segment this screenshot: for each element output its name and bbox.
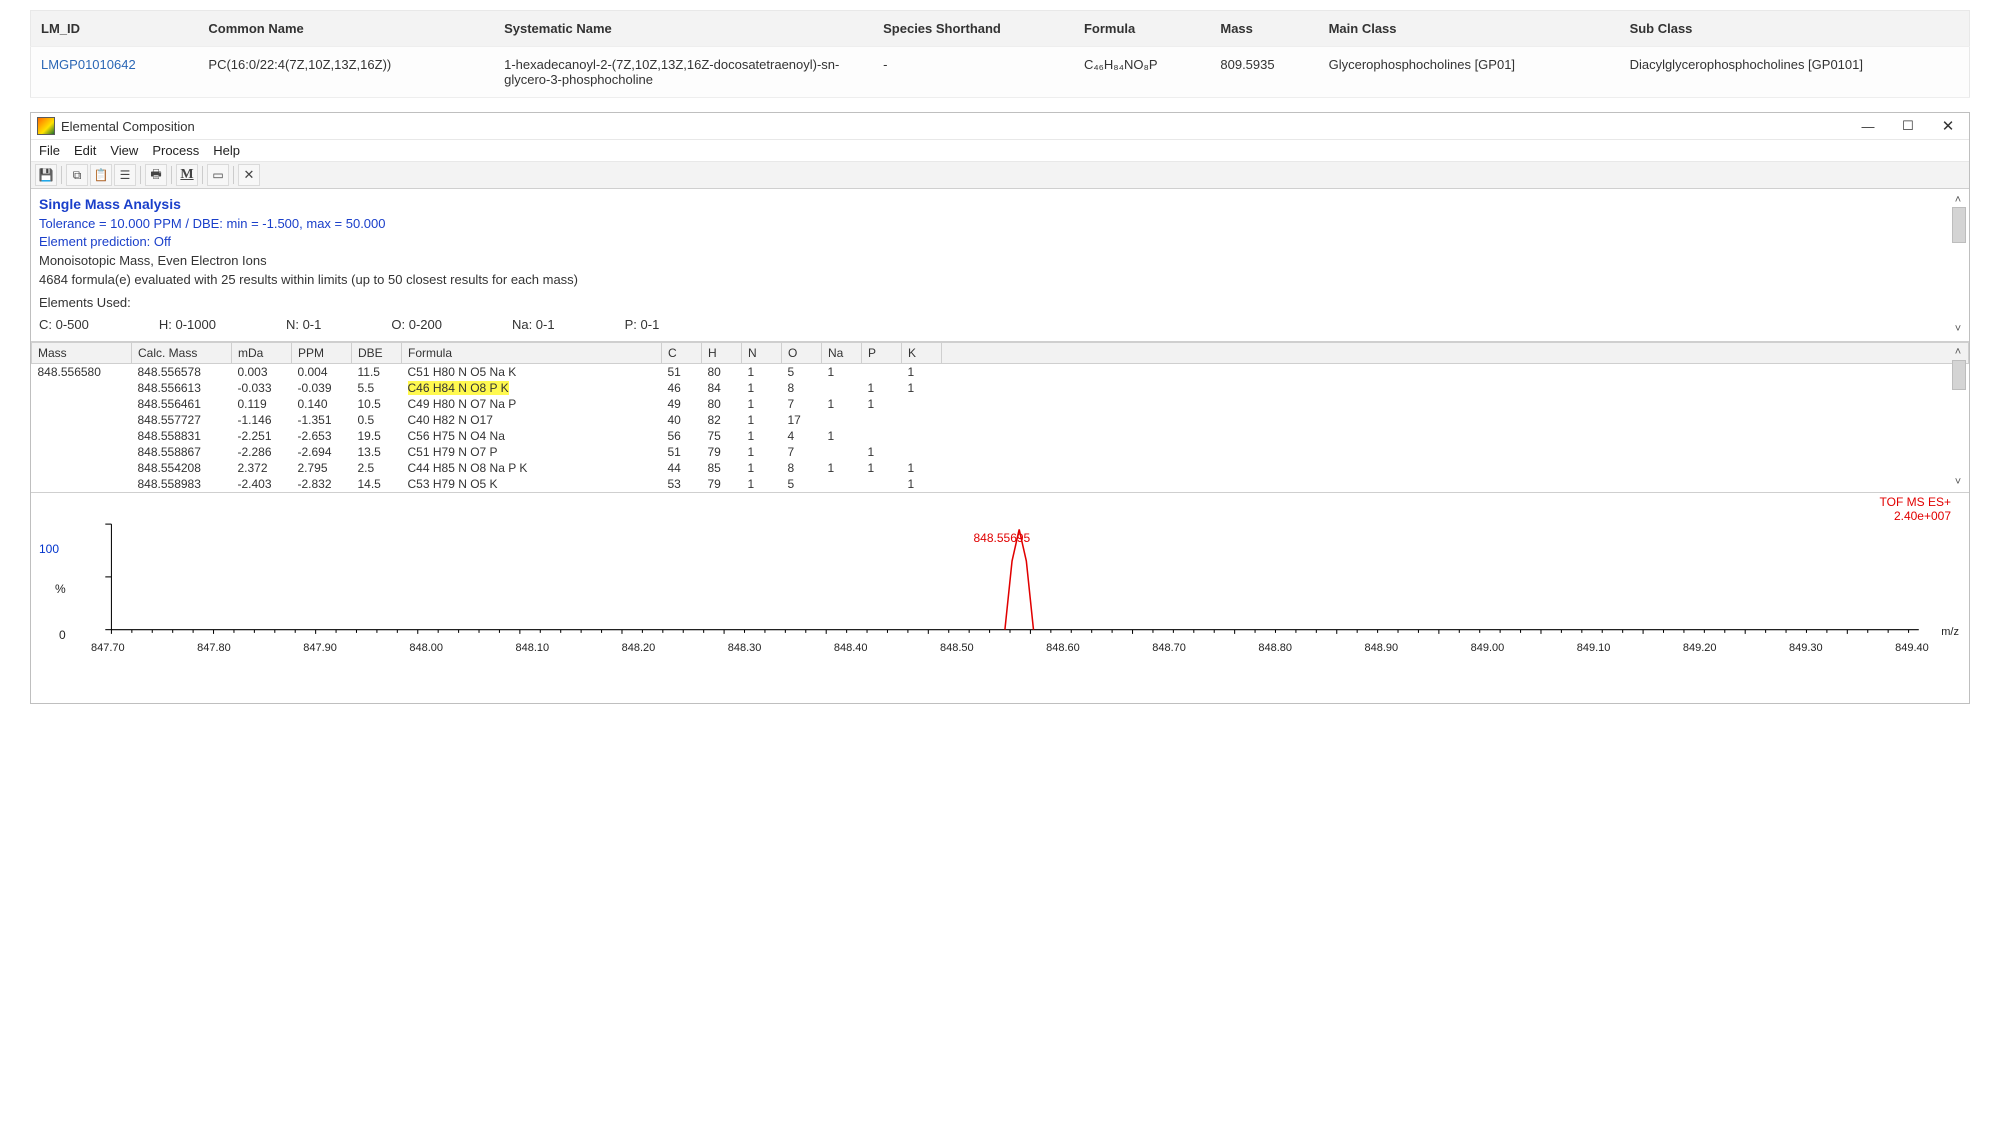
peak-label: 848.55695	[973, 531, 1030, 545]
elem-n: N: 0-1	[286, 316, 321, 334]
systematic-name-cell: 1-hexadecanoyl-2-(7Z,10Z,13Z,16Z-docosat…	[494, 47, 873, 98]
grid-scroll-thumb[interactable]	[1952, 360, 1966, 390]
col-sub-class: Sub Class	[1620, 11, 1970, 47]
result-row[interactable]: 848.558831-2.251-2.65319.5C56 H75 N O4 N…	[32, 428, 1969, 444]
gh-dbe[interactable]: DBE	[352, 343, 402, 364]
col-common-name: Common Name	[198, 11, 494, 47]
sub-class-cell: Diacylglycerophosphocholines [GP0101]	[1620, 47, 1970, 98]
results-grid: Mass Calc. Mass mDa PPM DBE Formula C H …	[31, 342, 1969, 492]
save-icon[interactable]: 💾	[35, 164, 57, 186]
gh-k[interactable]: K	[902, 343, 942, 364]
menu-help[interactable]: Help	[213, 143, 240, 158]
result-row[interactable]: 848.558867-2.286-2.69413.5C51 H79 N O7 P…	[32, 444, 1969, 460]
mono-line: Monoisotopic Mass, Even Electron Ions	[39, 252, 1961, 270]
menubar: File Edit View Process Help	[31, 140, 1969, 161]
close-button[interactable]: ✕	[1939, 117, 1957, 135]
elem-o: O: 0-200	[391, 316, 442, 334]
result-row[interactable]: 848.5564610.1190.14010.5C49 H80 N O7 Na …	[32, 396, 1969, 412]
gh-o[interactable]: O	[782, 343, 822, 364]
scroll-up-icon[interactable]: ˄	[1951, 193, 1965, 208]
elem-c: C: 0-500	[39, 316, 89, 334]
xaxis-ticks: 847.70847.80847.90 848.00848.10848.20 84…	[91, 642, 1929, 654]
y-0-label: 0	[59, 628, 66, 642]
elem-h: H: 0-1000	[159, 316, 216, 334]
copy-icon[interactable]: ⧉	[66, 164, 88, 186]
result-row[interactable]: 848.556580848.5565780.0030.00411.5C51 H8…	[32, 364, 1969, 381]
elem-na: Na: 0-1	[512, 316, 555, 334]
result-row[interactable]: 848.557727-1.146-1.3510.5C40 H82 N O1740…	[32, 412, 1969, 428]
result-row[interactable]: 848.556613-0.033-0.0395.5C46 H84 N O8 P …	[32, 380, 1969, 396]
analysis-title: Single Mass Analysis	[39, 195, 1961, 214]
grid-scroll-up-icon[interactable]: ˄	[1951, 346, 1965, 358]
lipid-row: LMGP01010642 PC(16:0/22:4(7Z,10Z,13Z,16Z…	[31, 47, 1970, 98]
minimize-button[interactable]: —	[1859, 117, 1877, 135]
gh-c[interactable]: C	[662, 343, 702, 364]
elem-p: P: 0-1	[625, 316, 660, 334]
col-species-shorthand: Species Shorthand	[873, 11, 1074, 47]
lmid-link[interactable]: LMGP01010642	[41, 57, 136, 72]
app-icon	[37, 117, 55, 135]
col-systematic-name: Systematic Name	[494, 11, 873, 47]
elements-used-label: Elements Used:	[39, 294, 1961, 312]
results-grid-wrap: ˄ ˅ Mass Calc. Mass mDa PPM DBE Formula …	[31, 342, 1969, 493]
gh-mda[interactable]: mDa	[232, 343, 292, 364]
scroll-down-icon[interactable]: ˅	[1951, 322, 1965, 337]
y-100-label: 100	[39, 542, 59, 556]
grid-scroll-down-icon[interactable]: ˅	[1951, 476, 1965, 488]
maximize-button[interactable]: ☐	[1899, 117, 1917, 135]
element-prediction-line: Element prediction: Off	[39, 233, 1961, 251]
elements-used-row: C: 0-500 H: 0-1000 N: 0-1 O: 0-200 Na: 0…	[39, 316, 1961, 334]
window-icon[interactable]: ▭	[207, 164, 229, 186]
col-mass: Mass	[1210, 11, 1318, 47]
col-formula: Formula	[1074, 11, 1210, 47]
result-row[interactable]: 848.5542082.3722.7952.5C44 H85 N O8 Na P…	[32, 460, 1969, 476]
toolbar: 💾 ⧉ 📋 ☰ 🖶 M ▭ ✕	[31, 161, 1969, 189]
col-lmid: LM_ID	[31, 11, 199, 47]
clear-icon[interactable]: ✕	[238, 164, 260, 186]
eval-line: 4684 formula(e) evaluated with 25 result…	[39, 271, 1961, 289]
result-row[interactable]: 848.558983-2.403-2.83214.5C53 H79 N O5 K…	[32, 476, 1969, 492]
elemental-composition-window: Elemental Composition — ☐ ✕ File Edit Vi…	[30, 112, 1970, 704]
gh-p[interactable]: P	[862, 343, 902, 364]
print-icon[interactable]: 🖶	[145, 164, 167, 186]
analysis-pane: ˄ ˅ Single Mass Analysis Tolerance = 10.…	[31, 189, 1969, 342]
gh-calcmass[interactable]: Calc. Mass	[132, 343, 232, 364]
menu-file[interactable]: File	[39, 143, 60, 158]
mass-icon[interactable]: M	[176, 164, 198, 186]
paste-icon[interactable]: 📋	[90, 164, 112, 186]
tolerance-line: Tolerance = 10.000 PPM / DBE: min = -1.5…	[39, 215, 1961, 233]
gh-na[interactable]: Na	[822, 343, 862, 364]
menu-edit[interactable]: Edit	[74, 143, 96, 158]
common-name-cell: PC(16:0/22:4(7Z,10Z,13Z,16Z))	[198, 47, 494, 98]
y-percent-label: %	[55, 582, 66, 596]
gh-formula[interactable]: Formula	[402, 343, 662, 364]
window-title: Elemental Composition	[61, 119, 1853, 134]
menu-view[interactable]: View	[110, 143, 138, 158]
tof-label: TOF MS ES+ 2.40e+007	[1880, 495, 1951, 523]
properties-icon[interactable]: ☰	[114, 164, 136, 186]
gh-ppm[interactable]: PPM	[292, 343, 352, 364]
spectrum-pane: TOF MS ES+ 2.40e+007 100 % 0 m/z 848.556…	[31, 493, 1969, 703]
col-main-class: Main Class	[1319, 11, 1620, 47]
scroll-thumb[interactable]	[1952, 207, 1966, 243]
lipid-info-table: LM_ID Common Name Systematic Name Specie…	[30, 10, 1970, 98]
menu-process[interactable]: Process	[152, 143, 199, 158]
formula-cell: C₄₆H₈₄NO₈P	[1074, 47, 1210, 98]
species-shorthand-cell: -	[873, 47, 1074, 98]
gh-mass[interactable]: Mass	[32, 343, 132, 364]
mz-label: m/z	[1941, 626, 1959, 638]
mass-cell: 809.5935	[1210, 47, 1318, 98]
main-class-cell: Glycerophosphocholines [GP01]	[1319, 47, 1620, 98]
gh-h[interactable]: H	[702, 343, 742, 364]
gh-n[interactable]: N	[742, 343, 782, 364]
